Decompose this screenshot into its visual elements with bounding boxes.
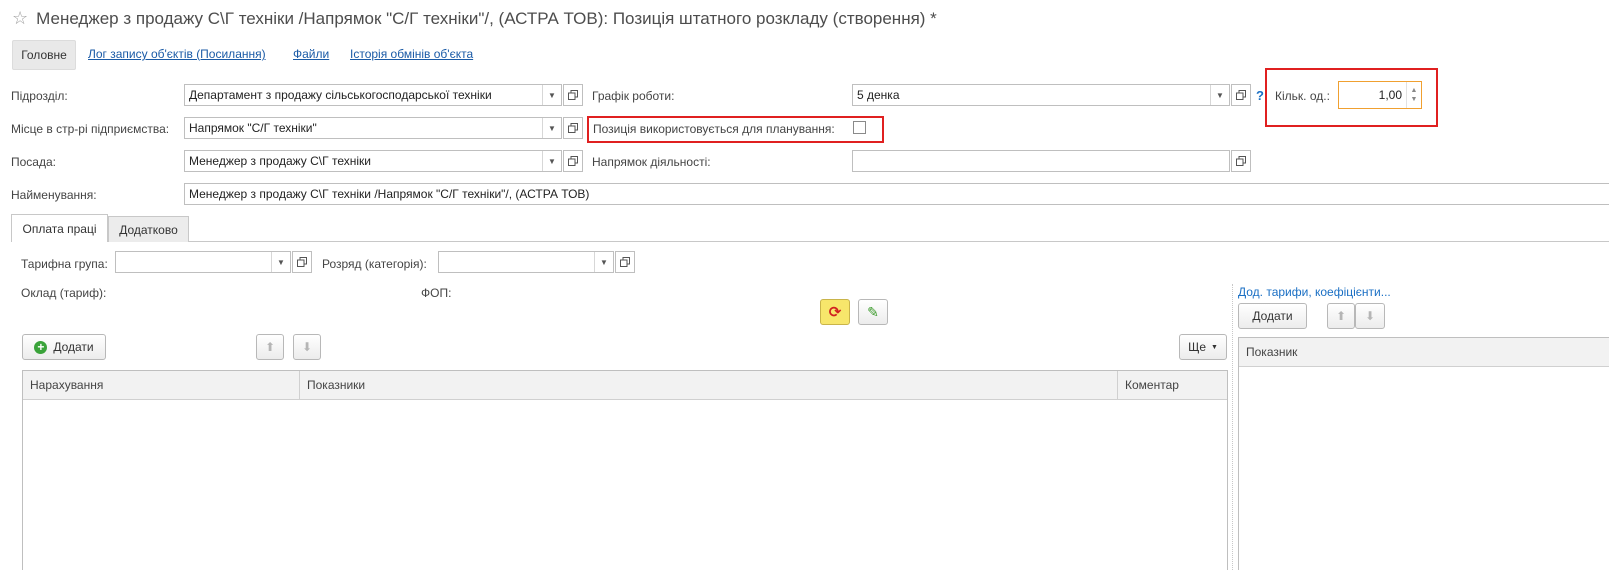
move-down-button[interactable]: ⬇ — [293, 334, 321, 360]
add-button-label: Додати — [53, 340, 94, 354]
location-label: Місце в стр-рі підприємства: — [11, 122, 170, 136]
plus-circle-icon: + — [34, 340, 48, 354]
window-title: ☆ Менеджер з продажу С\Г техніки /Напрямо… — [12, 8, 937, 29]
help-icon[interactable]: ? — [1256, 88, 1264, 103]
salary-label: Оклад (тариф): — [21, 286, 107, 300]
schedule-label: Графік роботи: — [592, 89, 675, 103]
chevron-down-icon[interactable]: ▼ — [542, 151, 561, 171]
accruals-table[interactable]: Нарахування Показники Коментар — [22, 370, 1228, 570]
extra-tariffs-link[interactable]: Дод. тарифи, коефіцієнти... — [1238, 285, 1391, 299]
nav-main-button[interactable]: Головне — [12, 40, 76, 70]
chevron-down-icon[interactable]: ▼ — [542, 118, 561, 138]
rank-field[interactable]: ▼ — [438, 251, 614, 273]
tabs-divider — [11, 241, 1609, 242]
column-header-indicators[interactable]: Показники — [300, 371, 1118, 399]
nav-link-files[interactable]: Файли — [293, 47, 329, 61]
name-label: Найменування: — [11, 188, 97, 202]
location-field[interactable]: Напрямок "С/Г техніки" ▼ — [184, 117, 562, 139]
tab-pay[interactable]: Оплата праці — [11, 214, 108, 242]
side-move-up-button[interactable]: ⬆ — [1327, 303, 1355, 329]
units-label: Кільк. од.: — [1275, 89, 1330, 103]
edit-button[interactable]: ✎ — [858, 299, 888, 325]
side-add-button[interactable]: Додати — [1238, 303, 1307, 329]
tariff-group-label: Тарифна група: — [21, 257, 108, 271]
panel-splitter[interactable] — [1232, 284, 1234, 570]
schedule-value: 5 денка — [857, 88, 900, 102]
more-button-label: Ще — [1188, 340, 1206, 354]
more-button[interactable]: Ще ▼ — [1179, 334, 1227, 360]
name-field[interactable]: Менеджер з продажу С\Г техніки /Напрямок… — [184, 183, 1609, 205]
arrow-up-icon: ⬆ — [1335, 309, 1347, 323]
side-table-header: Показник — [1239, 338, 1609, 367]
chevron-down-icon[interactable]: ▼ — [594, 252, 613, 272]
side-add-button-label: Додати — [1252, 309, 1293, 323]
chevron-down-icon: ▼ — [1211, 343, 1218, 351]
refresh-icon: ⟳ — [828, 304, 842, 321]
tab-additional[interactable]: Додатково — [108, 216, 189, 242]
chevron-down-icon[interactable]: ▼ — [271, 252, 290, 272]
units-value: 1,00 — [1378, 88, 1402, 102]
subdivision-label: Підрозділ: — [11, 89, 68, 103]
tariff-group-field[interactable]: ▼ — [115, 251, 291, 273]
column-header-comment[interactable]: Коментар — [1118, 371, 1227, 399]
arrow-up-icon: ⬆ — [264, 340, 276, 354]
open-link-icon[interactable] — [615, 251, 635, 273]
location-value: Напрямок "С/Г техніки" — [189, 121, 317, 135]
fop-label: ФОП: — [421, 286, 452, 300]
open-link-icon[interactable] — [563, 117, 583, 139]
arrow-down-icon: ⬇ — [301, 340, 313, 354]
accruals-table-header: Нарахування Показники Коментар — [23, 371, 1227, 400]
open-link-icon[interactable] — [292, 251, 312, 273]
planning-label: Позиція використовується для планування: — [593, 122, 835, 136]
position-field[interactable]: Менеджер з продажу С\Г техніки ▼ — [184, 150, 562, 172]
chevron-down-icon[interactable]: ▼ — [1210, 85, 1229, 105]
refresh-button[interactable]: ⟳ — [820, 299, 850, 325]
stepper-down-icon[interactable]: ▼ — [1411, 95, 1418, 104]
units-stepper[interactable]: ▲ ▼ — [1406, 82, 1421, 108]
direction-field[interactable] — [852, 150, 1230, 172]
stepper-up-icon[interactable]: ▲ — [1411, 86, 1418, 95]
move-up-button[interactable]: ⬆ — [256, 334, 284, 360]
units-field[interactable]: 1,00 ▲ ▼ — [1338, 81, 1422, 109]
open-link-icon[interactable] — [563, 150, 583, 172]
planning-checkbox[interactable] — [853, 121, 866, 134]
pencil-icon: ✎ — [867, 303, 879, 320]
schedule-field[interactable]: 5 денка ▼ — [852, 84, 1230, 106]
nav-link-exchange-history[interactable]: Історія обмінів об'єкта — [350, 47, 473, 61]
subdivision-field[interactable]: Департамент з продажу сільськогосподарсь… — [184, 84, 562, 106]
add-button[interactable]: + Додати — [22, 334, 106, 360]
subdivision-value: Департамент з продажу сільськогосподарсь… — [189, 88, 492, 102]
favorite-star-icon[interactable]: ☆ — [12, 8, 28, 28]
nav-link-object-log[interactable]: Лог запису об'єктів (Посилання) — [88, 47, 266, 61]
position-value: Менеджер з продажу С\Г техніки — [189, 154, 371, 168]
open-link-icon[interactable] — [563, 84, 583, 106]
chevron-down-icon[interactable]: ▼ — [542, 85, 561, 105]
direction-label: Напрямок діяльності: — [592, 155, 711, 169]
side-indicators-table[interactable]: Показник — [1238, 337, 1609, 570]
open-link-icon[interactable] — [1231, 150, 1251, 172]
column-header-accrual[interactable]: Нарахування — [23, 371, 300, 399]
window-title-text: Менеджер з продажу С\Г техніки /Напрямок… — [36, 9, 937, 28]
open-link-icon[interactable] — [1231, 84, 1251, 106]
arrow-down-icon: ⬇ — [1364, 309, 1376, 323]
side-move-down-button[interactable]: ⬇ — [1355, 303, 1385, 329]
column-header-indicator[interactable]: Показник — [1239, 338, 1609, 366]
rank-label: Розряд (категорія): — [322, 257, 427, 271]
name-value: Менеджер з продажу С\Г техніки /Напрямок… — [189, 187, 590, 201]
position-label: Посада: — [11, 155, 56, 169]
